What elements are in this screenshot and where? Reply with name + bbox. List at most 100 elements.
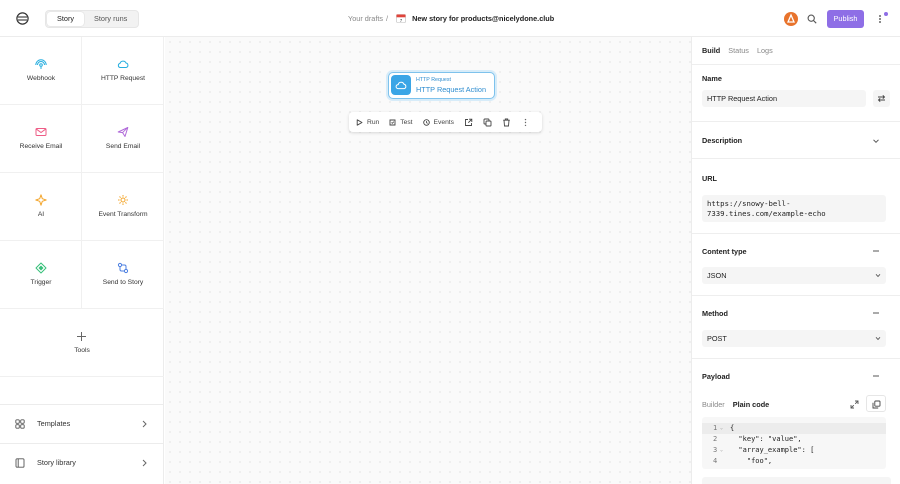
play-icon (356, 118, 363, 126)
expand-icon[interactable] (850, 400, 859, 409)
content-type-label: Content type (702, 247, 747, 256)
top-bar: Story Story runs Your drafts / 7 New sto… (0, 0, 900, 37)
code-text: { (730, 424, 735, 432)
divider (692, 233, 900, 234)
next-field-peek (702, 477, 891, 484)
node-icon-box (391, 75, 411, 95)
action-receive-email[interactable]: Receive Email (0, 105, 82, 173)
tab-builder[interactable]: Builder (702, 400, 725, 409)
line-number: 3 (713, 446, 718, 454)
templates-icon (15, 419, 25, 429)
chevron-right-icon (142, 459, 147, 467)
action-label: AI (37, 211, 45, 218)
duplicate-icon[interactable] (483, 118, 492, 127)
copy-icon (872, 400, 881, 409)
webhook-icon (35, 59, 47, 69)
action-send-to-story[interactable]: Send to Story (82, 241, 164, 309)
action-tools[interactable]: Tools (0, 309, 164, 377)
transform-icon (118, 195, 128, 205)
test-label: Test (400, 118, 413, 126)
action-http-request[interactable]: HTTP Request (82, 37, 164, 105)
line-number: 2 (713, 435, 718, 443)
action-send-email[interactable]: Send Email (82, 105, 164, 173)
story-library-link[interactable]: Story library (0, 443, 164, 481)
divider (692, 64, 900, 65)
story-tabs: Story Story runs (45, 10, 140, 28)
breadcrumb: Your drafts / 7 New story for products@n… (348, 13, 554, 23)
swap-button[interactable] (873, 90, 890, 107)
notification-dot (884, 12, 888, 16)
tab-story[interactable]: Story (47, 12, 85, 26)
method-select[interactable]: POST (702, 330, 886, 347)
action-label: Send to Story (102, 279, 144, 286)
breadcrumb-drafts-link[interactable]: Your drafts (348, 14, 383, 23)
tools-label: Tools (74, 347, 90, 354)
name-field[interactable]: HTTP Request Action (702, 90, 866, 107)
url-field[interactable]: https://snowy-bell- 7339.tines.com/examp… (702, 195, 886, 222)
send-to-story-icon (117, 262, 129, 274)
events-button[interactable]: Events (422, 118, 454, 126)
collapse-icon[interactable] (872, 247, 880, 255)
open-external-icon[interactable] (464, 118, 473, 127)
story-name[interactable]: New story for products@nicelydone.club (412, 14, 554, 23)
tab-plain-code[interactable]: Plain code (733, 400, 770, 409)
payload-label: Payload (702, 372, 730, 381)
content-type-select[interactable]: JSON (702, 267, 886, 284)
action-trigger[interactable]: Trigger (0, 241, 82, 309)
search-icon[interactable] (807, 14, 817, 24)
more-vertical-icon[interactable] (521, 118, 530, 127)
fold-icon[interactable]: ⌄ (720, 445, 723, 456)
avatar[interactable] (784, 12, 798, 26)
events-label: Events (433, 118, 454, 126)
description-label[interactable]: Description (702, 136, 742, 145)
cloud-icon (395, 81, 407, 90)
action-label: Webhook (26, 75, 56, 82)
tab-build[interactable]: Build (702, 46, 720, 55)
delete-icon[interactable] (502, 118, 511, 127)
action-label: Event Transform (98, 211, 148, 218)
action-config-panel: Build Status Logs Name HTTP Request Acti… (691, 37, 900, 484)
story-canvas[interactable]: HTTP Request HTTP Request Action Run Tes… (165, 37, 691, 484)
cloud-icon (117, 60, 129, 68)
templates-link[interactable]: Templates (0, 404, 164, 442)
chevron-down-icon (875, 336, 881, 341)
collapse-icon[interactable] (872, 372, 880, 380)
payload-code-editor[interactable]: 1 ⌄ { 2 "key": "value", 3 ⌄ "array_examp… (702, 417, 886, 469)
envelope-icon (35, 128, 47, 136)
chevron-right-icon (142, 420, 147, 428)
fold-icon[interactable]: ⌄ (720, 423, 723, 434)
line-number: 4 (713, 457, 718, 465)
plus-icon (77, 332, 86, 341)
tab-logs[interactable]: Logs (757, 46, 773, 55)
copy-button[interactable] (866, 395, 886, 412)
code-text: "foo", (730, 457, 773, 465)
code-line: 4 "foo", (702, 456, 886, 467)
action-webhook[interactable]: Webhook (0, 37, 82, 105)
code-line: 1 ⌄ { (702, 423, 886, 434)
publish-button[interactable]: Publish (827, 10, 864, 28)
collapse-icon[interactable] (872, 309, 880, 317)
action-event-transform[interactable]: Event Transform (82, 173, 164, 241)
code-line: 2 "key": "value", (702, 434, 886, 445)
run-label: Run (367, 118, 380, 126)
code-text: "array_example": [ (730, 446, 815, 454)
tines-logo-icon[interactable] (16, 12, 29, 25)
content-type-value: JSON (707, 271, 727, 280)
code-line: 3 ⌄ "array_example": [ (702, 445, 886, 456)
method-label: Method (702, 309, 728, 318)
tab-status[interactable]: Status (728, 46, 749, 55)
http-request-action-node[interactable]: HTTP Request HTTP Request Action (388, 72, 495, 99)
run-button[interactable]: Run (356, 119, 379, 126)
action-ai[interactable]: AI (0, 173, 82, 241)
node-toolbar: Run Test Events (349, 112, 542, 132)
actions-sidebar: Webhook HTTP Request Receive Email Send … (0, 37, 164, 484)
tab-story-runs[interactable]: Story runs (84, 12, 137, 26)
action-label: Send Email (105, 143, 141, 150)
divider (692, 358, 900, 359)
node-name-label: HTTP Request Action (416, 85, 487, 94)
chevron-down-icon[interactable] (872, 137, 880, 145)
test-button[interactable]: Test (389, 118, 413, 126)
events-icon (422, 118, 430, 126)
story-library-label: Story library (37, 458, 76, 467)
code-text: "key": "value", (730, 435, 802, 443)
